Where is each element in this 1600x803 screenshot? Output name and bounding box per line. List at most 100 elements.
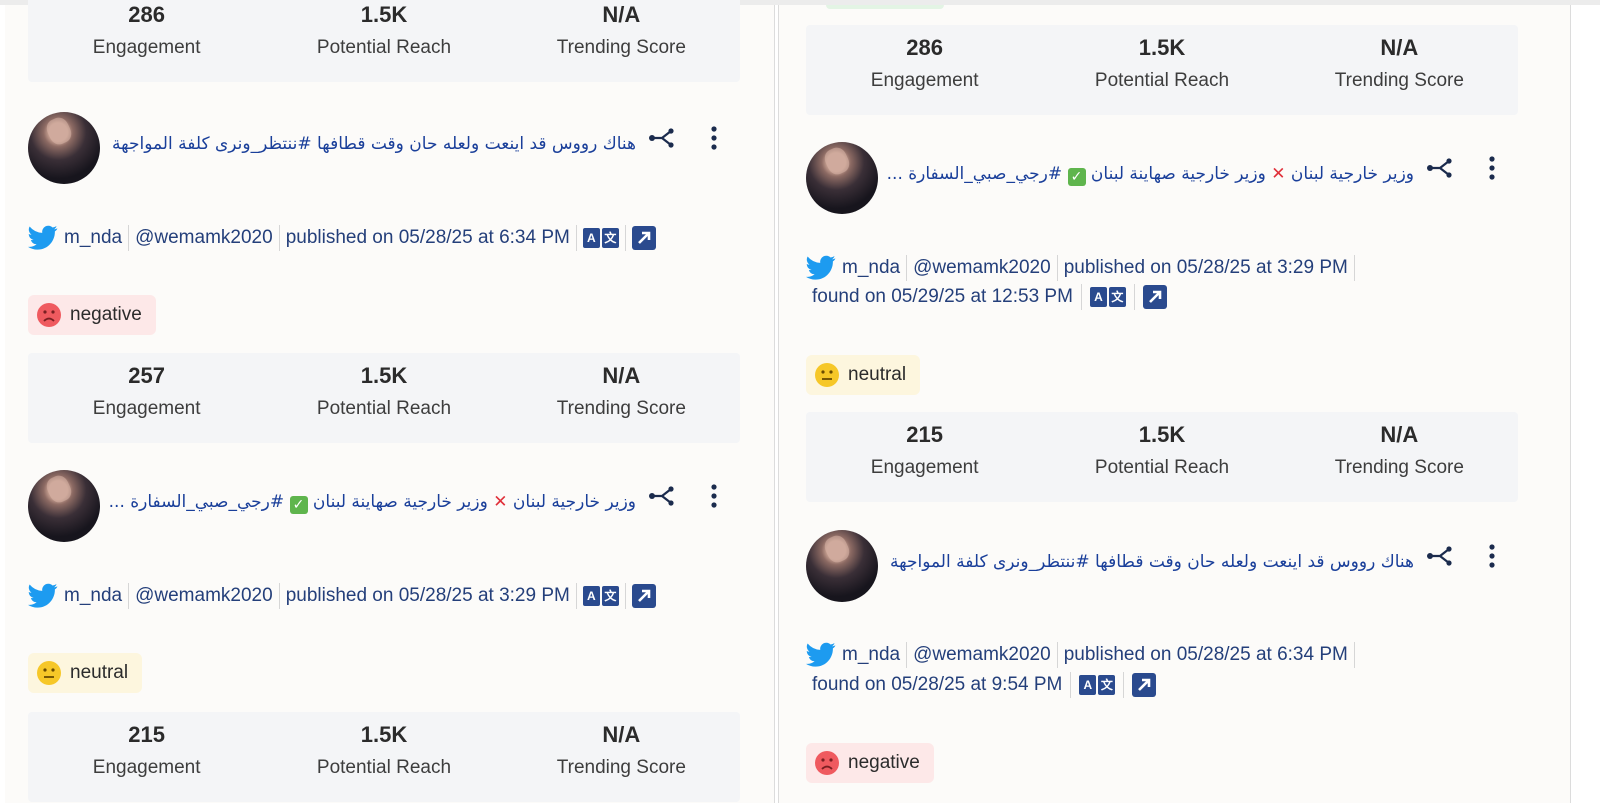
- author-avatar[interactable]: [806, 530, 878, 602]
- reach-stat: 1.5K Potential Reach: [265, 712, 502, 802]
- author-avatar[interactable]: [28, 470, 100, 542]
- more-options-icon[interactable]: [1478, 542, 1506, 570]
- sad-face-icon: [36, 302, 62, 328]
- engagement-label: Engagement: [92, 37, 201, 58]
- reach-stat: 1.5K Potential Reach: [1043, 25, 1280, 115]
- trending-value: N/A: [602, 363, 641, 388]
- trending-label: Trending Score: [556, 757, 686, 778]
- translate-icon[interactable]: A文: [1079, 675, 1116, 695]
- author-handle[interactable]: @wemamk2020: [135, 227, 273, 249]
- sentiment-label: negative: [848, 752, 920, 773]
- engagement-label: Engagement: [92, 757, 201, 778]
- previous-badge-edge: [826, 5, 944, 9]
- metrics-panel: 215 Engagement 1.5K Potential Reach N/A …: [28, 712, 740, 802]
- author-handle[interactable]: @wemamk2020: [913, 257, 1051, 279]
- metrics-panel: 215 Engagement 1.5K Potential Reach N/A …: [806, 412, 1518, 502]
- reach-value: 1.5K: [360, 363, 408, 388]
- post-meta: m_nda @wemamk2020 published on 05/28/25 …: [28, 224, 656, 252]
- author-name[interactable]: m_nda: [842, 257, 900, 279]
- divider: [278, 225, 280, 251]
- sentiment-badge: neutral: [806, 355, 921, 395]
- post-meta: m_nda @wemamk2020 published on 05/28/25 …: [28, 582, 656, 610]
- twitter-icon: [806, 642, 836, 668]
- more-options-icon[interactable]: [700, 124, 728, 152]
- author-handle[interactable]: @wemamk2020: [913, 644, 1051, 666]
- divider: [1070, 672, 1072, 698]
- metrics-panel: 286 Engagement 1.5K Potential Reach N/A …: [806, 25, 1518, 115]
- translate-icon[interactable]: A文: [582, 228, 619, 248]
- sentiment-badge: neutral: [28, 653, 143, 693]
- divider: [624, 225, 626, 251]
- engagement-stat: 257 Engagement: [28, 353, 265, 443]
- neutral-face-icon: [36, 660, 62, 686]
- trending-label: Trending Score: [556, 398, 686, 419]
- divider: [1353, 255, 1355, 281]
- sentiment-badge: negative: [806, 743, 934, 783]
- post-card: هناك رووس قد اينعت ولعله حان وقت قطافها …: [28, 112, 740, 184]
- published-date: published on 05/28/25 at 3:29 PM: [1063, 257, 1348, 278]
- reach-value: 1.5K: [1138, 35, 1186, 60]
- divider: [1133, 284, 1135, 310]
- translate-icon[interactable]: A文: [582, 586, 619, 606]
- engagement-value: 257: [128, 363, 166, 388]
- divider: [278, 583, 280, 609]
- metrics-panel: 257 Engagement 1.5K Potential Reach N/A …: [28, 353, 740, 443]
- author-name[interactable]: m_nda: [842, 644, 900, 666]
- sentiment-badge: negative: [28, 295, 156, 335]
- reach-label: Potential Reach: [316, 757, 452, 778]
- divider: [128, 583, 130, 609]
- more-options-icon[interactable]: [1478, 154, 1506, 182]
- metrics-panel: 286 Engagement 1.5K Potential Reach N/A …: [28, 0, 740, 82]
- share-icon[interactable]: [648, 124, 676, 152]
- trending-stat: N/A Trending Score: [1281, 412, 1518, 502]
- reach-value: 1.5K: [360, 2, 408, 27]
- share-icon[interactable]: [1426, 154, 1454, 182]
- divider: [575, 583, 577, 609]
- share-icon[interactable]: [648, 482, 676, 510]
- engagement-stat: 215 Engagement: [806, 412, 1043, 502]
- open-external-icon[interactable]: [1142, 285, 1167, 309]
- post-text[interactable]: وزير خارجية لبنان ✕ وزير خارجية صهاينة ل…: [884, 164, 1414, 192]
- reach-label: Potential Reach: [1094, 457, 1230, 478]
- cross-mark-icon: ✕: [1271, 164, 1286, 184]
- post-card: وزير خارجية لبنان ✕ وزير خارجية صهاينة ل…: [28, 470, 740, 542]
- more-options-icon[interactable]: [700, 482, 728, 510]
- trending-stat: N/A Trending Score: [503, 353, 740, 443]
- reach-label: Potential Reach: [1094, 70, 1230, 91]
- engagement-label: Engagement: [870, 70, 979, 91]
- reach-stat: 1.5K Potential Reach: [1043, 412, 1280, 502]
- post-meta: m_nda @wemamk2020 published on 05/28/25 …: [806, 641, 1361, 669]
- open-external-icon[interactable]: [631, 584, 656, 608]
- published-date: published on 05/28/25 at 6:34 PM: [1063, 644, 1348, 665]
- engagement-stat: 286 Engagement: [806, 25, 1043, 115]
- divider: [1080, 284, 1082, 310]
- reach-stat: 1.5K Potential Reach: [265, 353, 502, 443]
- translate-icon[interactable]: A文: [1089, 287, 1126, 307]
- reach-label: Potential Reach: [316, 37, 452, 58]
- author-name[interactable]: m_nda: [64, 227, 122, 249]
- open-external-icon[interactable]: [631, 226, 656, 250]
- author-avatar[interactable]: [28, 112, 100, 184]
- author-avatar[interactable]: [806, 142, 878, 214]
- divider: [1056, 255, 1058, 281]
- trending-stat: N/A Trending Score: [1281, 25, 1518, 115]
- reach-label: Potential Reach: [316, 398, 452, 419]
- post-text[interactable]: هناك رووس قد اينعت ولعله حان وقت قطافها …: [106, 134, 636, 162]
- reach-value: 1.5K: [360, 722, 408, 747]
- cross-mark-icon: ✕: [493, 492, 508, 512]
- author-name[interactable]: m_nda: [64, 585, 122, 607]
- open-external-icon[interactable]: [1132, 673, 1157, 697]
- post-text[interactable]: وزير خارجية لبنان ✕ وزير خارجية صهاينة ل…: [106, 492, 636, 520]
- neutral-face-icon: [814, 362, 840, 388]
- engagement-value: 215: [906, 422, 944, 447]
- divider: [1353, 642, 1355, 668]
- share-icon[interactable]: [1426, 542, 1454, 570]
- divider: [575, 225, 577, 251]
- post-text[interactable]: هناك رووس قد اينعت ولعله حان وقت قطافها …: [884, 552, 1414, 580]
- author-handle[interactable]: @wemamk2020: [135, 585, 273, 607]
- sentiment-label: neutral: [848, 364, 907, 385]
- reach-stat: 1.5K Potential Reach: [265, 0, 502, 82]
- engagement-label: Engagement: [870, 457, 979, 478]
- engagement-label: Engagement: [92, 398, 201, 419]
- twitter-icon: [806, 255, 836, 281]
